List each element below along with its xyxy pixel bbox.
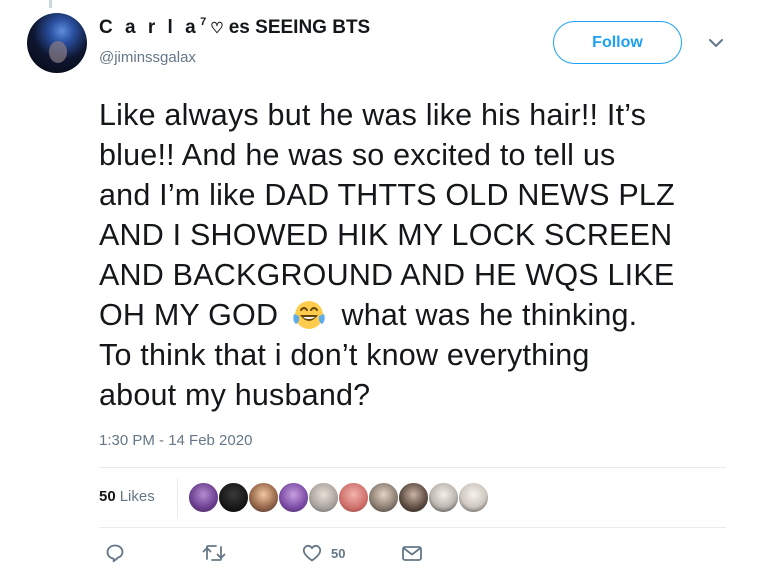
likes-count: 50	[99, 488, 116, 505]
tweet-line: Like always but he was like his hair!! I…	[99, 98, 647, 132]
liker-avatar[interactable]	[188, 482, 219, 513]
liker-avatar[interactable]	[248, 482, 279, 513]
laughing-emoji-icon	[293, 301, 325, 329]
retweet-icon	[202, 545, 226, 561]
display-name-superscript: 7	[200, 16, 207, 28]
reply-button[interactable]	[105, 543, 125, 563]
thread-connector-line	[49, 0, 52, 8]
user-handle[interactable]: @jiminssgalax	[99, 49, 196, 66]
vertical-divider	[177, 478, 178, 518]
liker-avatar[interactable]	[308, 482, 339, 513]
tweet-line-with-emoji: OH MY GOD what was he thinking.	[99, 295, 739, 335]
heart-icon: ♡	[210, 20, 224, 37]
liker-avatar[interactable]	[218, 482, 249, 513]
tweet-line: and I’m like DAD THTTS OLD NEWS PLZ	[99, 178, 675, 212]
liker-avatar[interactable]	[398, 482, 429, 513]
tweet-timestamp[interactable]: 1:30 PM - 14 Feb 2020	[99, 432, 252, 449]
message-icon	[402, 546, 422, 561]
display-name[interactable]: C a r l a	[99, 17, 199, 39]
reply-icon	[106, 544, 124, 563]
tweet-actions: 50	[99, 543, 499, 569]
avatar-face	[49, 41, 67, 63]
likes-count-link[interactable]: 50 Likes	[99, 488, 155, 505]
like-icon	[302, 544, 322, 562]
divider	[99, 527, 726, 528]
user-name-row[interactable]: C a r l a 7 ♡ es SEEING BTS	[99, 16, 371, 39]
display-name-rest[interactable]: es SEEING BTS	[229, 17, 371, 39]
chevron-down-icon[interactable]	[706, 33, 726, 53]
liker-avatar[interactable]	[368, 482, 399, 513]
message-button[interactable]	[401, 543, 423, 563]
liker-avatar[interactable]	[428, 482, 459, 513]
tweet-line-part: what was he thinking.	[341, 298, 638, 332]
liker-avatar[interactable]	[278, 482, 309, 513]
divider	[99, 467, 726, 468]
likes-label: Likes	[119, 488, 155, 505]
like-button[interactable]: 50	[302, 543, 345, 563]
liker-avatar[interactable]	[338, 482, 369, 513]
tweet-line: about my husband?	[99, 378, 371, 412]
avatar[interactable]	[27, 13, 87, 73]
tweet-line: blue!! And he was so excited to tell us	[99, 138, 616, 172]
tweet-line: AND I SHOWED HIK MY LOCK SCREEN	[99, 218, 673, 252]
liker-avatar[interactable]	[458, 482, 489, 513]
tweet-line-part: OH MY GOD	[99, 298, 279, 332]
tweet-line: To think that i don’t know everything	[99, 338, 590, 372]
follow-button[interactable]: Follow	[553, 21, 682, 64]
tweet-text: Like always but he was like his hair!! I…	[99, 95, 739, 415]
retweet-button[interactable]	[202, 543, 226, 563]
tweet-line: AND BACKGROUND AND HE WQS LIKE	[99, 258, 675, 292]
like-count: 50	[331, 545, 346, 561]
